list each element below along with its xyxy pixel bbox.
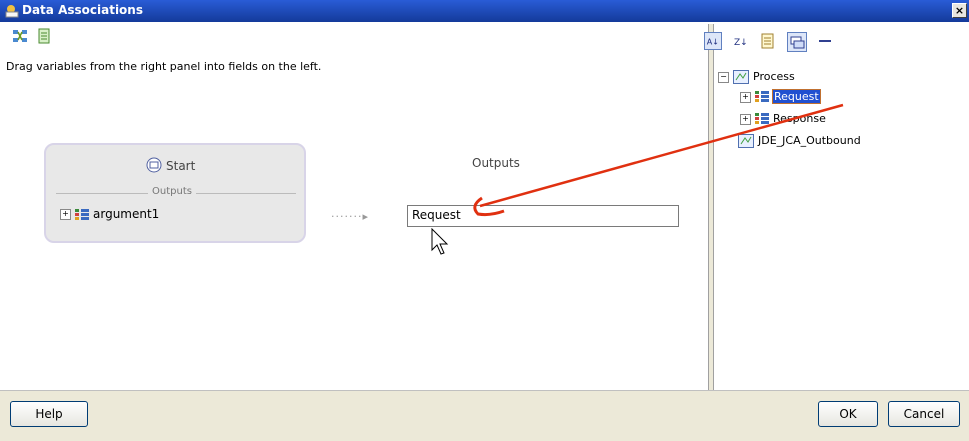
right-toolbar: A↓ Z↓	[704, 32, 840, 52]
variable-icon	[755, 91, 769, 102]
ok-button[interactable]: OK	[818, 401, 878, 427]
tree-node-response[interactable]: + Response	[740, 110, 826, 128]
start-label: Start	[166, 159, 196, 173]
view-toggle-icon[interactable]	[786, 32, 807, 52]
mouse-cursor-icon	[431, 228, 449, 255]
tree-node-jde-outbound[interactable]: JDE_JCA_Outbound	[738, 132, 861, 150]
sort-za-icon[interactable]: Z↓	[732, 32, 750, 50]
partner-link-icon	[738, 134, 754, 148]
cancel-button[interactable]: Cancel	[888, 401, 960, 427]
tree-node-request[interactable]: + Request	[740, 88, 821, 106]
title-bar: Data Associations ×	[0, 0, 969, 22]
outputs-heading: Outputs	[472, 156, 520, 170]
start-node: Start Outputs + argument1	[44, 143, 306, 243]
start-outputs-label: Outputs	[148, 186, 196, 197]
button-bar: Help OK Cancel	[0, 390, 969, 441]
envelope-icon	[146, 157, 162, 173]
process-icon	[733, 70, 749, 84]
output-field[interactable]: Request	[407, 205, 679, 227]
collapse-node-icon[interactable]: −	[718, 71, 729, 83]
variable-icon	[75, 208, 89, 220]
svg-text:A↓: A↓	[707, 38, 719, 47]
app-icon	[5, 5, 19, 18]
variable-icon	[755, 113, 769, 124]
tree-node-process[interactable]: − Process	[718, 68, 795, 86]
connector-arrow: ·······▸	[331, 210, 369, 223]
expand-icon[interactable]: +	[60, 209, 71, 220]
argument-label: argument1	[93, 207, 160, 221]
document-icon[interactable]	[36, 28, 52, 44]
tree-label-process: Process	[753, 70, 795, 83]
instruction-text: Drag variables from the right panel into…	[6, 60, 322, 73]
expand-node-icon[interactable]: +	[740, 113, 751, 125]
tree-label-jde-outbound: JDE_JCA_Outbound	[758, 134, 861, 147]
help-button[interactable]: Help	[10, 401, 88, 427]
sort-az-icon[interactable]: A↓	[704, 32, 722, 50]
window-title: Data Associations	[22, 3, 143, 17]
expand-node-icon[interactable]: +	[740, 91, 751, 103]
map-icon[interactable]	[12, 28, 28, 44]
close-button[interactable]: ×	[952, 3, 967, 18]
tree-label-response: Response	[773, 112, 826, 125]
list-icon[interactable]	[759, 32, 777, 50]
tree-label-request: Request	[772, 89, 821, 104]
collapse-icon[interactable]	[816, 32, 834, 50]
argument-row[interactable]: + argument1	[60, 207, 159, 221]
svg-text:Z↓: Z↓	[734, 38, 748, 48]
left-toolbar	[12, 28, 56, 46]
